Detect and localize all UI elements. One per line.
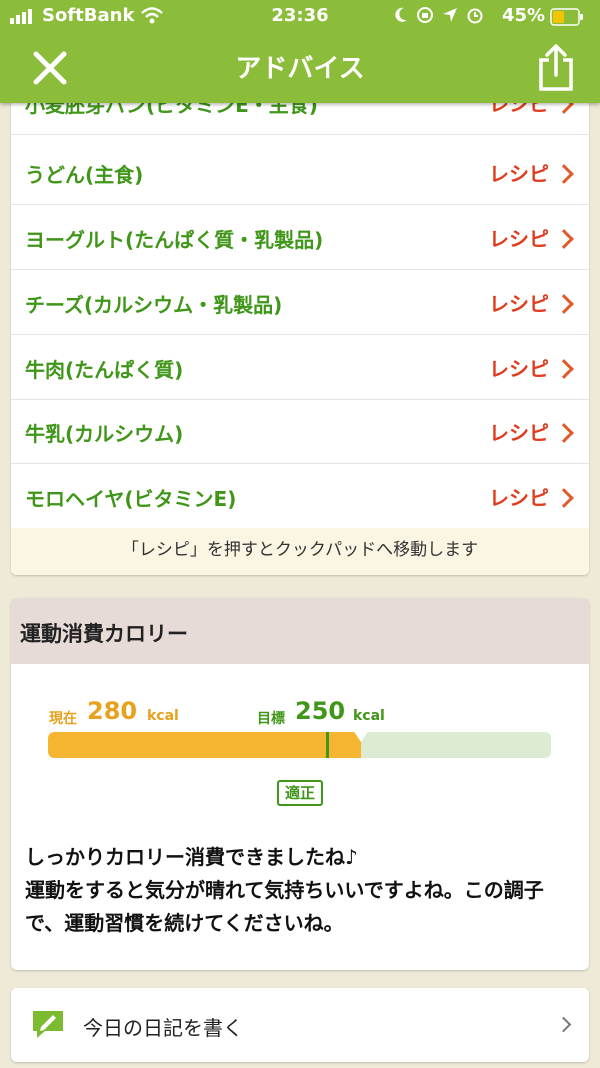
recipe-link[interactable]: レシピ	[489, 223, 574, 252]
edit-note-icon	[33, 1011, 63, 1038]
chevron-right-icon	[555, 1016, 572, 1033]
recipe-link[interactable]: レシピ	[489, 482, 574, 511]
battery-percent: 45%	[502, 5, 546, 26]
alarm-icon	[467, 8, 483, 24]
chevron-right-icon	[554, 228, 574, 249]
orientation-lock-icon	[417, 7, 433, 23]
chevron-right-icon	[554, 293, 574, 314]
share-button[interactable]	[534, 44, 578, 92]
food-row[interactable]: ヨーグルト(たんぱく質・乳製品) レシピ	[11, 205, 589, 270]
chevron-right-icon	[554, 358, 574, 379]
food-name: ヨーグルト(たんぱく質・乳製品)	[25, 228, 324, 252]
food-name: 牛肉(たんぱく質)	[25, 358, 184, 382]
target-unit: kcal	[353, 708, 385, 724]
current-marker-icon	[352, 730, 369, 742]
food-name: チーズ(カルシウム・乳製品)	[25, 293, 283, 317]
recipe-note: 「レシピ」を押すとクックパッドへ移動します	[11, 528, 589, 575]
current-unit: kcal	[147, 708, 179, 724]
diary-label: 今日の日記を書く	[83, 1016, 243, 1040]
target-value: 250	[295, 697, 346, 725]
advice-message: しっかりカロリー消費できましたね♪ 運動をすると気分が晴れて気持ちいいですよね。…	[25, 841, 581, 940]
calorie-progress-fill	[48, 732, 361, 758]
status-badge: 適正	[277, 780, 324, 806]
page-title: アドバイス	[235, 54, 365, 84]
exercise-title: 運動消費カロリー	[20, 622, 188, 646]
chevron-right-icon	[554, 163, 574, 184]
current-value: 280	[87, 697, 138, 725]
food-row[interactable]: うどん(主食) レシピ	[11, 140, 589, 205]
recipe-link[interactable]: レシピ	[489, 417, 574, 446]
recipe-link[interactable]: レシピ	[489, 353, 574, 382]
target-marker-line	[326, 732, 330, 758]
recipe-link[interactable]: レシピ	[489, 158, 574, 187]
moon-icon	[395, 7, 407, 22]
food-name: 牛乳(カルシウム)	[25, 422, 184, 446]
food-row[interactable]: 牛乳(カルシウム) レシピ	[11, 399, 589, 464]
food-row[interactable]: 牛肉(たんぱく質) レシピ	[11, 335, 589, 400]
food-name: モロヘイヤ(ビタミンE)	[25, 487, 237, 511]
food-row[interactable]: チーズ(カルシウム・乳製品) レシピ	[11, 270, 589, 335]
chevron-right-icon	[554, 422, 574, 443]
write-diary-button[interactable]: 今日の日記を書く	[11, 988, 589, 1062]
current-label: 現在	[49, 711, 77, 727]
battery-icon	[550, 8, 583, 26]
recipe-link[interactable]: レシピ	[489, 288, 574, 317]
food-name: うどん(主食)	[25, 163, 144, 187]
status-bar: SoftBank 23:36 45%	[0, 0, 600, 34]
advice-line-1: しっかりカロリー消費できましたね♪	[25, 845, 358, 869]
exercise-header: 運動消費カロリー	[11, 598, 589, 664]
food-list-card: 小麦胚芽パン(ビタミンE・主食) レシピ うどん(主食) レシピ ヨーグルト(た…	[11, 70, 589, 575]
target-label: 目標	[257, 711, 285, 727]
chevron-right-icon	[554, 487, 574, 508]
app-header: SoftBank 23:36 45% アドバイス	[0, 0, 600, 103]
advice-line-2: 運動をすると気分が晴れて気持ちいいですよね。この調子で、運動習慣を続けてください…	[25, 878, 544, 935]
location-icon	[443, 8, 457, 22]
exercise-card: 運動消費カロリー 現在 280 kcal 目標 250 kcal 適正 しっかり…	[11, 598, 589, 970]
food-row[interactable]: モロヘイヤ(ビタミンE) レシピ	[11, 464, 589, 529]
calorie-progress-bar	[48, 732, 551, 758]
